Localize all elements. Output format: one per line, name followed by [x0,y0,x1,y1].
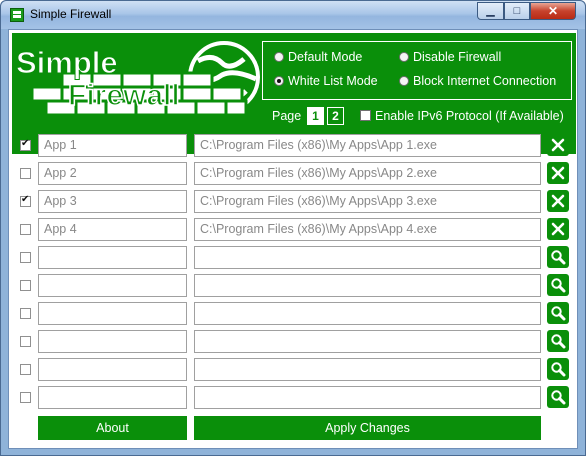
minimize-button[interactable]: ▁ [477,2,504,20]
radio-label: Block Internet Connection [413,74,557,88]
row-checkbox[interactable] [20,224,31,235]
browse-app-button[interactable] [547,330,569,352]
radio-label: Default Mode [288,50,363,64]
apply-changes-button[interactable]: Apply Changes [194,416,541,440]
browse-app-button[interactable] [547,386,569,408]
remove-app-button[interactable] [547,190,569,212]
radio-block-internet[interactable]: Block Internet Connection [399,72,556,90]
search-icon [551,250,566,265]
row-checkbox[interactable] [20,308,31,319]
app-path-field[interactable]: C:\Program Files (x86)\My Apps\App 2.exe [194,162,541,185]
radio-indicator[interactable] [399,76,409,86]
browse-app-button[interactable] [547,358,569,380]
app-name-field[interactable] [38,274,187,297]
app-name-field[interactable]: App 3 [38,190,187,213]
app-name-field[interactable] [38,358,187,381]
radio-label: Disable Firewall [413,50,502,64]
ipv6-checkbox[interactable] [360,110,371,121]
app-path-field[interactable] [194,274,541,297]
app-name-field[interactable]: App 2 [38,162,187,185]
page-2-button[interactable]: 2 [327,107,344,125]
mode-group: Default Mode Disable Firewall White List… [262,41,572,100]
row-checkbox[interactable] [20,280,31,291]
remove-app-button[interactable] [547,134,569,156]
app-path-field[interactable] [194,358,541,381]
row-checkbox[interactable] [20,138,31,151]
ipv6-label: Enable IPv6 Protocol (If Available) [375,109,564,123]
about-button[interactable]: About [38,416,187,440]
remove-app-button[interactable] [547,218,569,240]
title-bar[interactable]: Simple Firewall ▁ □ ✕ [1,1,585,29]
row-checkbox[interactable] [20,168,31,179]
browse-app-button[interactable] [547,274,569,296]
row-checkbox[interactable] [20,252,31,263]
logo-line-2: Firewall [68,79,180,112]
app-name-field[interactable] [38,246,187,269]
app-window: Simple Firewall ▁ □ ✕ Simple Firewall De… [0,0,586,456]
app-path-field[interactable]: C:\Program Files (x86)\My Apps\App 3.exe [194,190,541,213]
browse-app-button[interactable] [547,246,569,268]
app-path-field[interactable] [194,386,541,409]
remove-app-button[interactable] [547,162,569,184]
search-icon [551,306,566,321]
radio-label: White List Mode [288,74,378,88]
row-checkbox[interactable] [20,364,31,375]
search-icon [551,390,566,405]
remove-icon [551,138,565,152]
ipv6-option[interactable]: Enable IPv6 Protocol (If Available) [360,109,564,123]
app-name-field[interactable]: App 4 [38,218,187,241]
radio-disable-firewall[interactable]: Disable Firewall [399,48,501,66]
remove-icon [551,194,565,208]
app-name-field[interactable] [38,330,187,353]
radio-indicator[interactable] [399,52,409,62]
app-name-field[interactable] [38,302,187,325]
search-icon [551,278,566,293]
search-icon [551,362,566,377]
firewall-app-icon [10,8,24,22]
logo-line-1: Simple [16,45,118,80]
app-name-field[interactable] [38,386,187,409]
radio-indicator[interactable] [274,76,284,86]
page-label: Page [272,109,302,123]
app-path-field[interactable]: C:\Program Files (x86)\My Apps\App 1.exe [194,134,541,157]
remove-icon [551,166,565,180]
maximize-button[interactable]: □ [504,2,530,20]
radio-indicator[interactable] [274,52,284,62]
radio-white-list-mode[interactable]: White List Mode [274,72,378,90]
browse-app-button[interactable] [547,302,569,324]
app-path-field[interactable] [194,330,541,353]
remove-icon [551,222,565,236]
app-name-field[interactable]: App 1 [38,134,187,157]
window-title: Simple Firewall [30,7,112,21]
radio-default-mode[interactable]: Default Mode [274,48,362,66]
simple-firewall-logo: Simple Firewall [16,41,260,117]
client-area: Simple Firewall Default Mode Disable Fir… [8,29,578,449]
row-checkbox[interactable] [20,194,31,207]
row-checkbox[interactable] [20,336,31,347]
row-checkbox[interactable] [20,392,31,403]
app-path-field[interactable] [194,302,541,325]
page-1-button[interactable]: 1 [307,107,324,125]
app-path-field[interactable] [194,246,541,269]
close-button[interactable]: ✕ [530,2,576,20]
search-icon [551,334,566,349]
app-path-field[interactable]: C:\Program Files (x86)\My Apps\App 4.exe [194,218,541,241]
